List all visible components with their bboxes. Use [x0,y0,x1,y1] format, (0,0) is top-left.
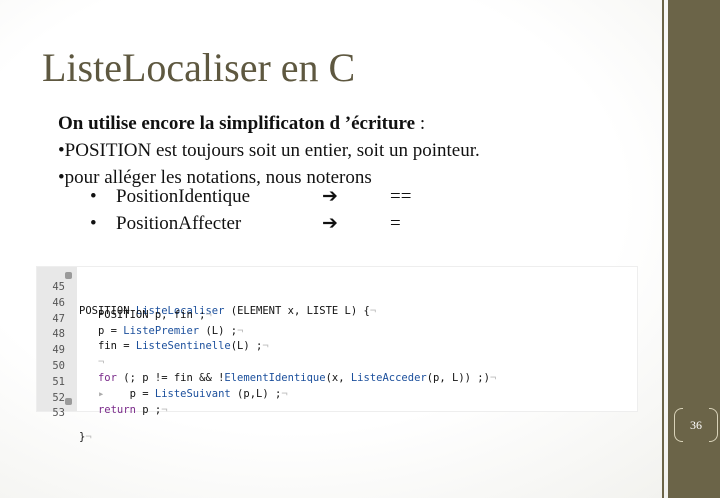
page-number-badge: 36 [674,406,718,444]
intro-colon: : [415,113,426,134]
slide-body: On utilise encore la simplificaton d ’éc… [58,110,638,191]
code-line: 47 p = ListePremier (L) ;¬ [37,301,637,337]
arrow-icon: ➔ [322,212,338,234]
bullet-dot: • [90,186,97,207]
intro-line: On utilise encore la simplificaton d ’éc… [58,110,638,137]
code-line: 53 }¬ [37,395,637,443]
slide-title: ListeLocaliser en C [42,45,356,90]
bullet-dot: • [90,213,97,234]
bullet-name: PositionIdentique [116,186,251,207]
code-line: 45 POSITION ListeLocaliser (ELEMENT x, L… [37,269,637,317]
body-line-position: •POSITION est toujours soit un entier, s… [58,140,480,161]
fold-icon [65,398,72,406]
bullet-item: • PositionIdentique ➔ == [90,185,430,213]
bullet-item: • PositionAffecter ➔ = [90,212,430,240]
bullet-list: • PositionIdentique ➔ == • PositionAffec… [90,185,430,240]
code-screenshot: 45 POSITION ListeLocaliser (ELEMENT x, L… [36,266,638,443]
code-line: 48 fin = ListeSentinelle(L) ;¬ [37,316,637,352]
code-line: 49 ¬ [37,332,637,368]
bullet-name: PositionAffecter [116,213,242,234]
bullet-operator: = [390,213,401,234]
bullet-operator: == [390,186,412,207]
code-text: }¬ [79,431,92,444]
code-line: 52 return p ;¬ [37,380,637,416]
page-number: 36 [690,418,702,432]
code-line: 50 for (; p != fin && !ElementIdentique(… [37,348,637,384]
sidebar-divider [662,0,664,498]
arrow-icon: ➔ [322,185,338,207]
code-line: 46 POSITION p, fin ;¬ [37,285,637,321]
line-number: 53 [52,407,65,420]
intro-bold-text: On utilise encore la simplificaton d ’éc… [58,113,416,134]
code-line: 51 ▸ p = ListeSuivant (p,L) ;¬ [37,364,637,400]
fold-icon [65,272,72,279]
